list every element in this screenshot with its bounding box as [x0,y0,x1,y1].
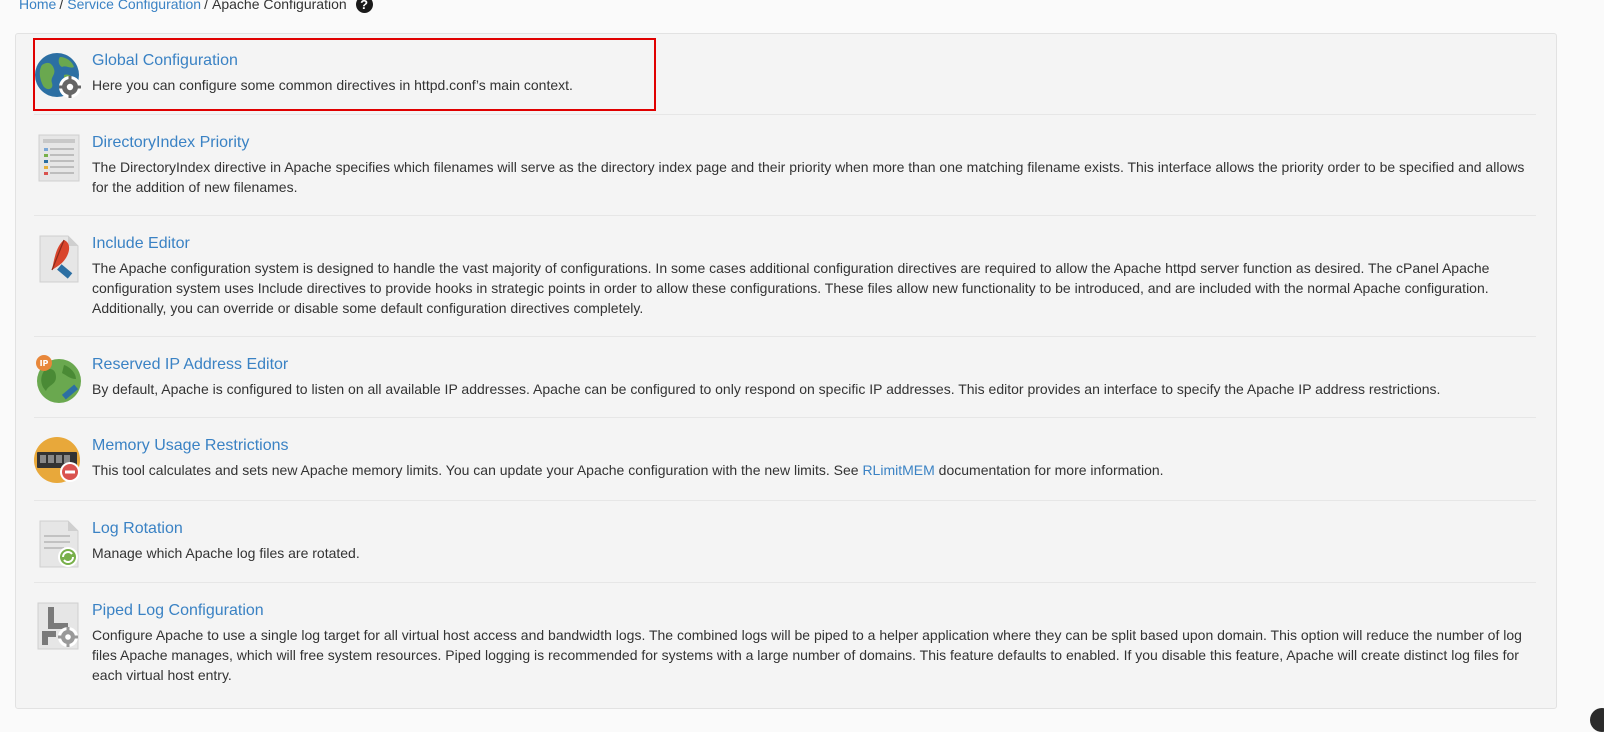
memory-restriction-icon[interactable] [34,436,84,486]
log-rotate-icon[interactable] [34,519,84,569]
question-circle-icon[interactable]: ? [355,0,373,13]
directoryindex-priority-link[interactable]: DirectoryIndex Priority [92,133,249,153]
breadcrumb: Home / Service Configuration / Apache Co… [19,0,373,14]
item-description: Configure Apache to use a single log tar… [92,627,1522,683]
globe-gear-icon[interactable] [34,51,84,101]
list-item-memory-usage-restrictions: Memory Usage Restrictions This tool calc… [34,418,1536,501]
list-item-log-rotation: Log Rotation Manage which Apache log fil… [34,501,1536,583]
piped-log-configuration-link[interactable]: Piped Log Configuration [92,601,264,621]
breadcrumb-service-configuration-link[interactable]: Service Configuration [67,0,201,14]
rlimitmem-link[interactable]: RLimitMEM [862,462,934,478]
description-text: documentation for more information. [934,462,1164,478]
corner-badge [1590,708,1604,732]
svg-text:IP: IP [40,359,49,368]
list-item-directoryindex-priority: DirectoryIndex Priority The DirectoryInd… [34,115,1536,216]
include-editor-link[interactable]: Include Editor [92,234,190,254]
item-description: The DirectoryIndex directive in Apache s… [92,159,1525,195]
pipe-gear-icon[interactable] [34,601,84,651]
breadcrumb-home-link[interactable]: Home [19,0,56,14]
list-item-global-configuration: Global Configuration Here you can config… [34,34,1536,115]
breadcrumb-current: Apache Configuration [212,0,347,12]
item-description: Manage which Apache log files are rotate… [92,545,360,561]
item-description: By default, Apache is configured to list… [92,381,1441,397]
breadcrumb-separator: / [59,0,64,12]
breadcrumb-separator: / [204,0,208,12]
memory-usage-restrictions-link[interactable]: Memory Usage Restrictions [92,436,289,456]
item-description: The Apache configuration system is desig… [92,260,1490,316]
global-configuration-link[interactable]: Global Configuration [92,51,238,71]
item-description: This tool calculates and sets new Apache… [92,460,1536,480]
description-text: This tool calculates and sets new Apache… [92,462,863,478]
feather-document-icon[interactable] [34,234,84,284]
apache-configuration-panel: Global Configuration Here you can config… [15,33,1557,709]
reserved-ip-address-editor-link[interactable]: Reserved IP Address Editor [92,355,288,375]
log-rotation-link[interactable]: Log Rotation [92,519,183,539]
list-item-piped-log-configuration: Piped Log Configuration Configure Apache… [34,583,1536,709]
list-item-reserved-ip-address-editor: IP Reserved IP Address Editor By default… [34,337,1536,418]
list-item-include-editor: Include Editor The Apache configuration … [34,216,1536,337]
ip-globe-icon[interactable]: IP [34,355,84,405]
list-document-icon[interactable] [34,133,84,183]
item-description: Here you can configure some common direc… [92,77,573,93]
